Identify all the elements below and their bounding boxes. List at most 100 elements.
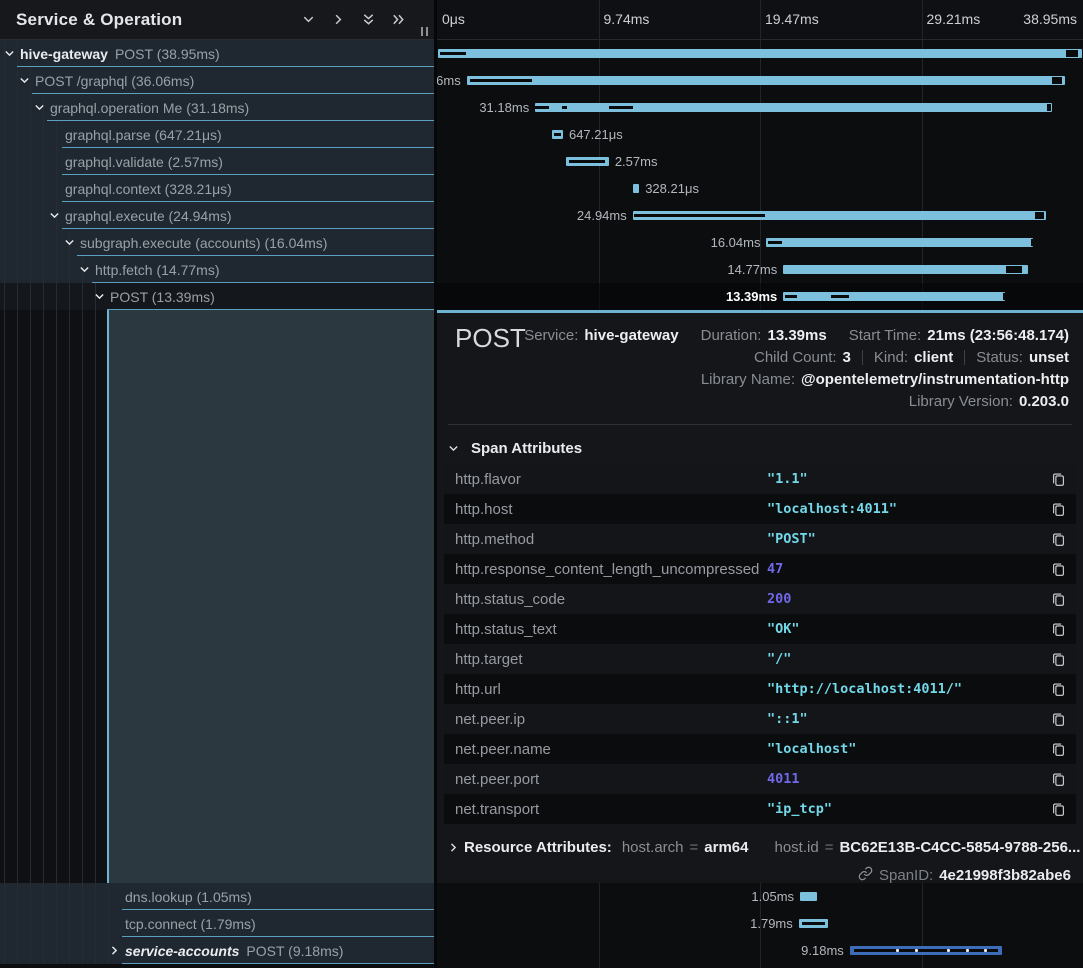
span-duration-bar[interactable] [633,211,1046,220]
timeline-row[interactable]: 328.21μs [437,175,1083,202]
bar-duration-label: 13.39ms [726,283,777,310]
span-name-row[interactable]: graphql.validate (2.57ms) [0,148,434,175]
column-resize-grip[interactable] [421,27,428,36]
meta-value: hive-gateway [584,327,678,344]
span-service-name: service-accounts [125,943,239,959]
detail-meta-line: Library Version:0.203.0 [587,390,1069,412]
timeline-row[interactable]: 24.94ms [437,202,1083,229]
timeline-row[interactable]: 1.79ms [437,910,1083,937]
span-name-row[interactable]: dns.lookup (1.05ms) [0,883,434,910]
span-operation-label: POST (9.18ms) [246,943,343,959]
copy-button[interactable] [1040,682,1076,697]
attribute-value: "http://localhost:4011/" [767,681,1040,697]
span-name-row[interactable]: graphql.context (328.21μs) [0,175,434,202]
span-name-row[interactable]: subgraph.execute (accounts) (16.04ms) [0,229,434,256]
span-duration-bar[interactable] [566,157,609,166]
copy-button[interactable] [1040,652,1076,667]
span-name-row[interactable]: POST (13.39ms) [0,283,434,310]
resource-value: BC62E13B-C4CC-5854-9788-256... [839,839,1080,856]
copy-button[interactable] [1040,502,1076,517]
copy-button[interactable] [1040,532,1076,547]
expand-all-icon[interactable] [390,12,406,28]
attribute-row: http.status_code200 [444,584,1076,614]
copy-button[interactable] [1040,802,1076,817]
bar-duration-label: 647.21μs [569,121,623,148]
expand-one-icon[interactable] [330,12,346,28]
copy-button[interactable] [1040,472,1076,487]
span-duration-bar[interactable] [535,103,1052,112]
span-duration-bar[interactable] [438,49,1081,58]
bar-child-mark [609,106,633,109]
copy-button[interactable] [1040,772,1076,787]
attribute-key: net.transport [444,801,767,818]
timeline-row[interactable] [437,40,1083,67]
attribute-row: http.method"POST" [444,524,1076,554]
span-name-row[interactable]: http.fetch (14.77ms) [0,256,434,283]
collapse-all-icon[interactable] [360,12,376,28]
span-duration-bar[interactable] [633,184,639,193]
span-name-row[interactable]: graphql.operation Me (31.18ms) [0,94,434,121]
span-duration-bar[interactable] [552,130,563,139]
chevron-down-icon[interactable] [33,101,50,114]
timeline-row[interactable]: 14.77ms [437,256,1083,283]
chevron-right-icon[interactable] [108,944,125,957]
timeline-row[interactable]: 1.05ms [437,883,1083,910]
copy-button[interactable] [1040,562,1076,577]
timeline-row[interactable]: 2.57ms [437,148,1083,175]
gridline [599,0,600,39]
timeline-row[interactable]: 31.18ms [437,94,1083,121]
timeline-row[interactable]: 647.21μs [437,121,1083,148]
span-duration-bar[interactable] [783,292,1005,301]
copy-button[interactable] [1040,622,1076,637]
meta-value: client [914,349,953,366]
span-operation-label: graphql.parse (647.21μs) [65,127,222,143]
span-name-row[interactable]: POST /graphql (36.06ms) [0,67,434,94]
meta-label: Start Time: [849,327,922,344]
meta-value: 21ms (23:56:48.174) [927,327,1069,344]
bar-event-dot [896,949,899,952]
link-icon[interactable] [858,866,873,884]
copy-button[interactable] [1040,592,1076,607]
span-id-row: SpanID: 4e21998f3b82abe6 [858,862,1071,883]
attribute-row: http.status_text"OK" [444,614,1076,644]
span-duration-bar[interactable] [850,946,1002,955]
copy-button[interactable] [1040,712,1076,727]
attribute-row: net.peer.port4011 [444,764,1076,794]
chevron-down-icon[interactable] [93,290,110,303]
timeline-row[interactable]: 16.04ms [437,229,1083,256]
span-name-row[interactable]: graphql.execute (24.94ms) [0,202,434,229]
timeline-row[interactable]: 36.06ms [437,67,1083,94]
equals-sign: = [690,839,699,856]
span-operation-label: POST (38.95ms) [115,46,220,62]
chevron-down-icon[interactable] [3,47,20,60]
attribute-key: http.target [444,651,767,668]
meta-value: 3 [843,349,851,366]
meta-label: Kind: [874,349,908,366]
span-name-row[interactable]: service-accounts POST (9.18ms) [0,937,434,964]
resource-attributes-toggle[interactable]: Resource Attributes: host.arch = arm64 h… [447,833,1073,861]
span-duration-bar[interactable] [799,919,829,928]
chevron-down-icon[interactable] [48,209,65,222]
timeline-row[interactable]: 13.39ms [437,283,1083,310]
span-duration-bar[interactable] [783,265,1028,274]
span-duration-bar[interactable] [467,76,1065,85]
span-duration-bar[interactable] [766,238,1033,247]
collapse-one-icon[interactable] [300,12,316,28]
timeline-row[interactable]: 9.18ms [437,937,1083,964]
chevron-down-icon [447,442,464,455]
span-attributes-title: Span Attributes [471,440,582,457]
chevron-down-icon[interactable] [18,74,35,87]
axis-tick: 0μs [442,11,465,27]
chevron-down-icon[interactable] [78,263,95,276]
chevron-down-icon[interactable] [63,236,80,249]
span-attributes-toggle[interactable]: Span Attributes [447,440,582,457]
span-name-row[interactable]: hive-gatewayPOST (38.95ms) [0,40,434,67]
span-name-row[interactable]: graphql.parse (647.21μs) [0,121,434,148]
span-name-rows-bottom: dns.lookup (1.05ms) tcp.connect (1.79ms)… [0,883,434,968]
attribute-value: 200 [767,591,1040,607]
copy-button[interactable] [1040,742,1076,757]
span-duration-bar[interactable] [800,892,817,901]
attribute-row: http.host"localhost:4011" [444,494,1076,524]
row-border [62,174,434,175]
span-name-row[interactable]: tcp.connect (1.79ms) [0,910,434,937]
